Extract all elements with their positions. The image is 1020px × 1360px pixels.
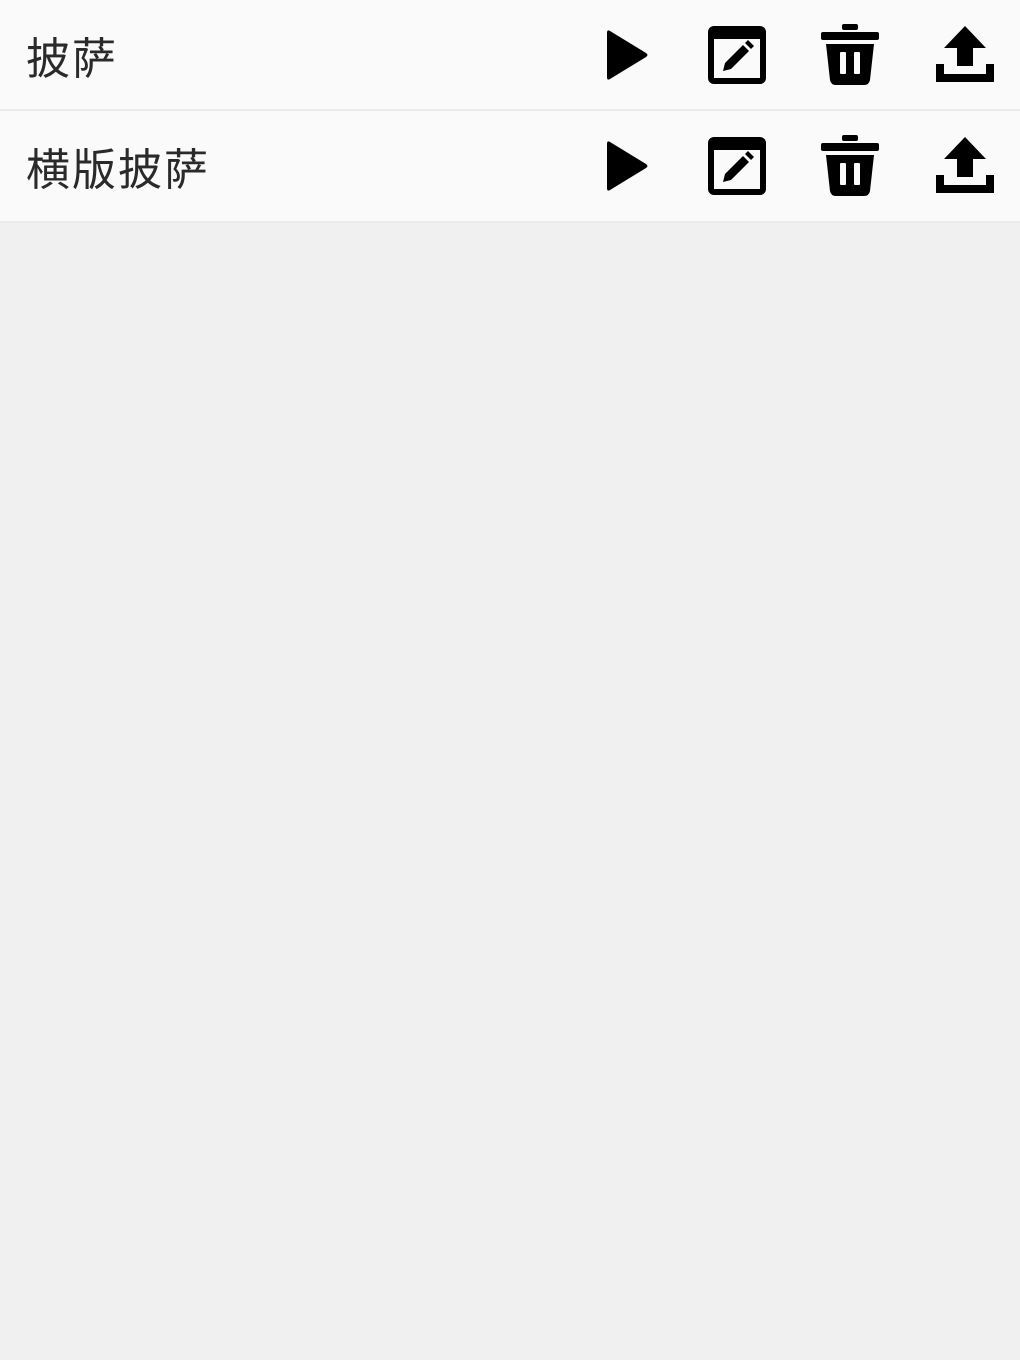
delete-button[interactable] — [815, 20, 885, 90]
list-item[interactable]: 披萨 — [0, 0, 1020, 111]
play-icon — [607, 29, 648, 80]
upload-icon — [936, 25, 994, 82]
item-list: 披萨 横版披萨 — [0, 0, 1020, 223]
edit-icon — [708, 25, 766, 84]
list-item-label: 披萨 — [26, 33, 118, 85]
list-item[interactable]: 横版披萨 — [0, 111, 1020, 223]
edit-button[interactable] — [702, 20, 772, 90]
trash-icon — [821, 135, 879, 196]
trash-icon — [821, 23, 879, 85]
upload-button[interactable] — [930, 131, 1000, 201]
play-button[interactable] — [592, 20, 662, 90]
edit-icon — [708, 137, 766, 195]
list-item-label: 横版披萨 — [26, 145, 210, 196]
play-icon — [607, 141, 648, 191]
play-button[interactable] — [592, 131, 662, 201]
upload-button[interactable] — [930, 20, 1000, 90]
upload-icon — [936, 137, 994, 193]
delete-button[interactable] — [815, 131, 885, 201]
edit-button[interactable] — [702, 131, 772, 201]
